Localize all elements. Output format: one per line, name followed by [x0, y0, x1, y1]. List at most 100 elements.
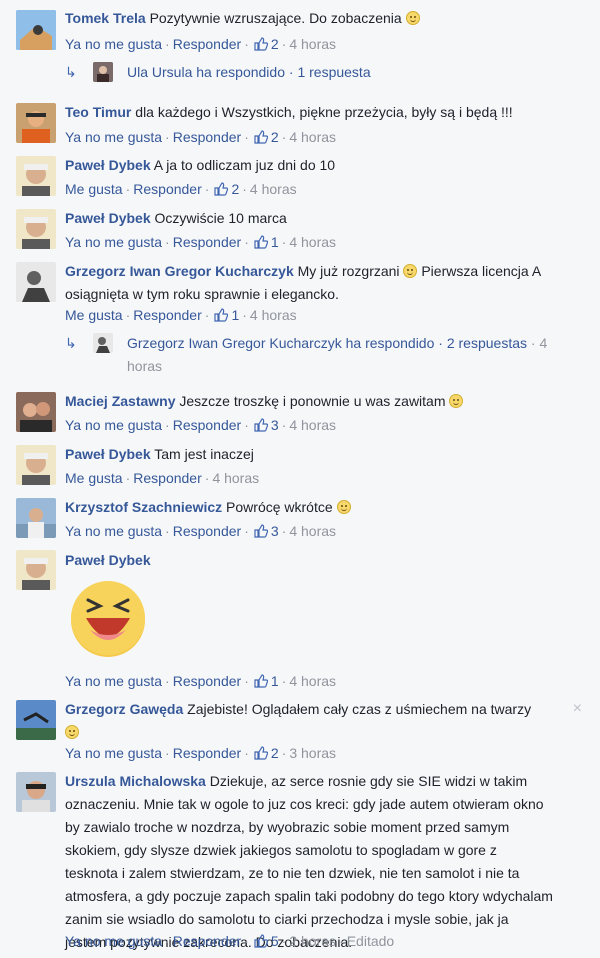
comment-author[interactable]: Teo Timur	[65, 104, 131, 120]
thumbs-up-icon[interactable]	[254, 235, 268, 249]
like-count[interactable]: 1	[271, 673, 279, 689]
reply-button[interactable]: Responder	[133, 181, 202, 197]
thumbs-up-icon[interactable]	[254, 524, 268, 538]
comment-author[interactable]: Paweł Dybek	[65, 157, 151, 173]
like-count[interactable]: 3	[271, 523, 279, 539]
edited-label[interactable]: Editado	[347, 933, 394, 949]
avatar[interactable]	[16, 445, 56, 485]
like-button[interactable]: Ya no me gusta	[65, 36, 162, 52]
comment-actions: Ya no me gusta · Responder · 2 · 4 horas	[65, 36, 337, 52]
thumbs-up-icon[interactable]	[254, 746, 268, 760]
thumbs-up-icon[interactable]	[214, 308, 229, 322]
comment-author[interactable]: Maciej Zastawny	[65, 393, 176, 409]
laughing-sticker-icon[interactable]	[68, 578, 148, 658]
reply-button[interactable]: Responder	[173, 933, 242, 949]
like-count[interactable]: 2	[271, 36, 279, 52]
comment-timestamp[interactable]: 4 horas	[289, 673, 336, 689]
like-count[interactable]: 1	[271, 234, 279, 250]
avatar[interactable]	[16, 156, 56, 196]
comment-actions: Ya no me gusta · Responder · 3 · 4 horas	[65, 523, 337, 539]
reply-button[interactable]: Responder	[173, 745, 242, 761]
comment-timestamp[interactable]: 4 horas	[289, 234, 336, 250]
thumbs-up-icon[interactable]	[254, 934, 268, 948]
like-button[interactable]: Ya no me gusta	[65, 523, 162, 539]
like-count[interactable]: 2	[271, 129, 279, 145]
thumbs-up-icon[interactable]	[254, 130, 268, 144]
comment-text-line: atmosfera, a gdy poczuje zapach spalin t…	[65, 888, 553, 904]
comment-timestamp[interactable]: 4 horas	[289, 417, 336, 433]
reply-button[interactable]: Responder	[173, 417, 242, 433]
comment-author[interactable]: Paweł Dybek	[65, 552, 151, 568]
comment-timestamp[interactable]: 3 horas	[289, 745, 336, 761]
replies-link[interactable]: ↳ Grzegorz Iwan Gregor Kucharczyk ha res…	[65, 332, 585, 378]
like-button[interactable]: Ya no me gusta	[65, 745, 162, 761]
thumbs-up-icon[interactable]	[214, 182, 229, 196]
comment-author[interactable]: Paweł Dybek	[65, 446, 151, 462]
smile-emoji-icon	[405, 11, 420, 25]
reply-button[interactable]: Responder	[173, 673, 242, 689]
like-button[interactable]: Ya no me gusta	[65, 129, 162, 145]
comment-timestamp[interactable]: 4 horas	[250, 181, 297, 197]
avatar[interactable]	[16, 262, 56, 302]
comment-text-block: Krzysztof Szachniewicz Powrócę wkrótce	[65, 496, 575, 519]
reply-author: Grzegorz Iwan Gregor Kucharczyk	[127, 335, 342, 351]
comment-timestamp[interactable]: 4 horas	[289, 36, 336, 52]
reply-button[interactable]: Responder	[133, 307, 202, 323]
comment-text-block: Grzegorz Gawęda Zajebiste! Oglądałem cał…	[65, 698, 575, 744]
comment-actions: Me gusta · Responder · 4 horas	[65, 470, 260, 486]
thumbs-up-icon[interactable]	[254, 37, 268, 51]
like-count[interactable]: 2	[231, 181, 239, 197]
comment-author[interactable]: Paweł Dybek	[65, 210, 151, 226]
reply-button[interactable]: Responder	[173, 234, 242, 250]
avatar[interactable]	[16, 103, 56, 143]
comment-timestamp[interactable]: 4 horas	[289, 129, 336, 145]
thumbs-up-icon[interactable]	[254, 418, 268, 432]
like-button[interactable]: Ya no me gusta	[65, 417, 162, 433]
avatar[interactable]	[16, 10, 56, 50]
comment-timestamp[interactable]: 4 horas	[212, 470, 259, 486]
reply-author: Ula Ursula	[127, 64, 193, 80]
like-button[interactable]: Ya no me gusta	[65, 234, 162, 250]
like-button[interactable]: Me gusta	[65, 307, 123, 323]
comment-author[interactable]: Grzegorz Iwan Gregor Kucharczyk	[65, 263, 294, 279]
comment-text-line: skokiem, gdy slysze dzwiek jakiegos samo…	[65, 842, 497, 858]
comment-author[interactable]: Grzegorz Gawęda	[65, 701, 183, 717]
like-button[interactable]: Ya no me gusta	[65, 673, 162, 689]
avatar[interactable]	[16, 772, 56, 812]
like-button[interactable]: Me gusta	[65, 181, 123, 197]
comment-author[interactable]: Krzysztof Szachniewicz	[65, 499, 222, 515]
reply-button[interactable]: Responder	[133, 470, 202, 486]
comment-text: Jeszcze troszkę i ponownie u was zawitam	[179, 393, 446, 409]
comment-text: Tam jest inaczej	[154, 446, 254, 462]
reply-arrow-icon: ↳	[65, 64, 77, 80]
reply-avatar	[93, 62, 113, 82]
comment-text: Zajebiste! Oglądałem cały czas z uśmiech…	[187, 701, 532, 717]
avatar[interactable]	[16, 700, 56, 740]
avatar[interactable]	[16, 498, 56, 538]
avatar[interactable]	[16, 392, 56, 432]
reply-button[interactable]: Responder	[173, 523, 242, 539]
like-count[interactable]: 1	[231, 307, 239, 323]
like-button[interactable]: Ya no me gusta	[65, 933, 162, 949]
like-count[interactable]: 3	[271, 417, 279, 433]
comment-text-block: Paweł Dybek A ja to odliczam juz dni do …	[65, 154, 575, 177]
like-button[interactable]: Me gusta	[65, 470, 123, 486]
comment-author[interactable]: Tomek Trela	[65, 10, 146, 26]
avatar[interactable]	[16, 550, 56, 590]
comment-actions: Ya no me gusta · Responder · 1 · 4 horas	[65, 234, 337, 250]
comment-text-line: zanim sie wsiadlo do samolotu to ciarki …	[65, 911, 509, 927]
like-count[interactable]: 2	[271, 745, 279, 761]
comment-author[interactable]: Urszula Michalowska	[65, 773, 206, 789]
comment-text: My już rozgrzani	[297, 263, 400, 279]
comment-timestamp[interactable]: 4 horas	[250, 307, 297, 323]
comment-actions: Me gusta · Responder · 2 · 4 horas	[65, 181, 297, 197]
like-count[interactable]: 5	[271, 933, 279, 949]
thumbs-up-icon[interactable]	[254, 674, 268, 688]
avatar[interactable]	[16, 209, 56, 249]
comment-timestamp[interactable]: 4 horas	[289, 523, 336, 539]
close-icon[interactable]: ×	[573, 700, 582, 718]
comment-text-line: by zawialo troche w nozdrza, by wyobrazi…	[65, 819, 510, 835]
reply-button[interactable]: Responder	[173, 36, 242, 52]
reply-button[interactable]: Responder	[173, 129, 242, 145]
comment-timestamp[interactable]: 2 horas	[289, 933, 336, 949]
